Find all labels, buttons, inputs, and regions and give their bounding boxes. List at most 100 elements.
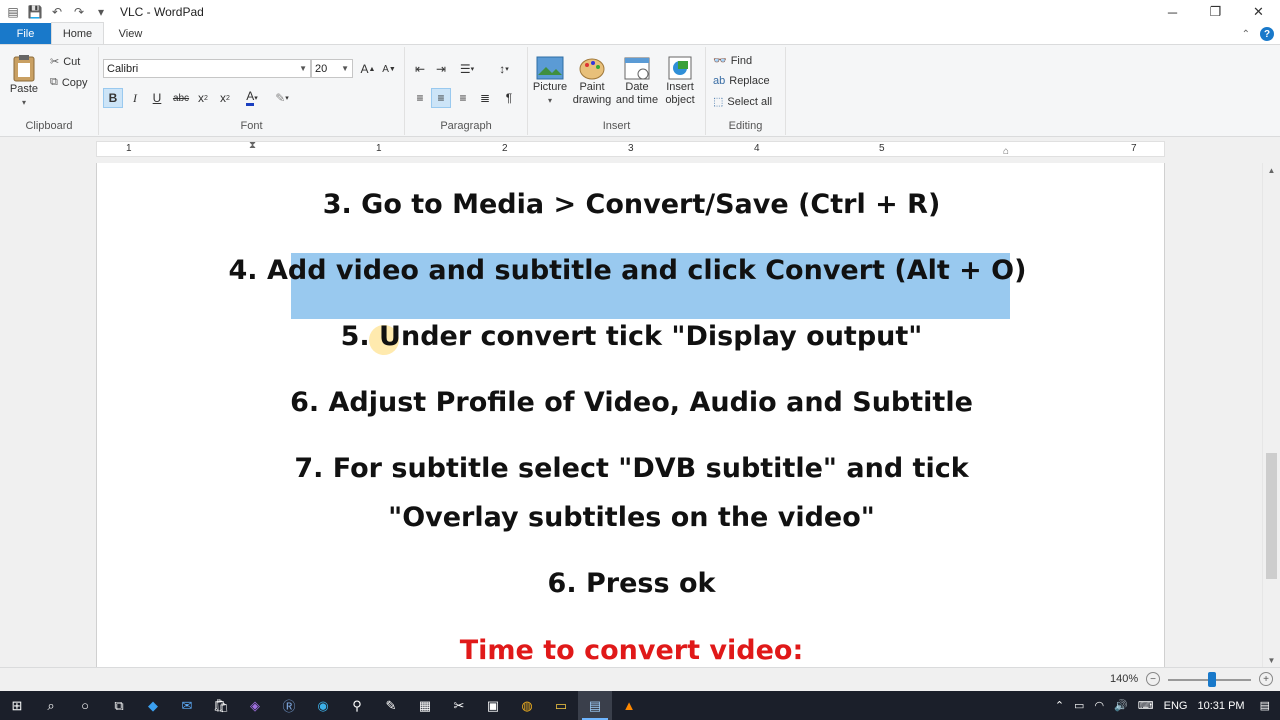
redo-icon[interactable]: ↷: [68, 0, 90, 24]
tab-home[interactable]: Home: [51, 22, 104, 44]
insert-picture-button[interactable]: Picture ▾: [530, 55, 570, 107]
task-view-icon[interactable]: ⧉: [102, 691, 136, 720]
scissors-icon: ✂: [50, 56, 60, 68]
network-icon[interactable]: ◠: [1089, 699, 1109, 712]
ruler-number: 7: [1131, 143, 1137, 154]
select-all-button[interactable]: ⬚ Select all: [713, 95, 773, 109]
grow-font-button[interactable]: A ▲: [358, 59, 378, 79]
insert-object-button[interactable]: Insert object: [660, 55, 700, 107]
find-button[interactable]: 👓 Find: [713, 54, 752, 68]
photos-icon[interactable]: ▣: [476, 691, 510, 720]
keyboard-icon[interactable]: ⌨: [1133, 699, 1159, 712]
insert-object-label: Insert object: [665, 81, 695, 106]
align-left-button[interactable]: ≡: [410, 88, 430, 108]
font-family-select[interactable]: Calibri ▼: [103, 59, 311, 78]
volume-icon[interactable]: 🔊: [1109, 699, 1133, 712]
close-button[interactable]: ✕: [1237, 0, 1280, 24]
font-size-select[interactable]: 20 ▼: [311, 59, 353, 78]
language-indicator[interactable]: ENG: [1159, 700, 1193, 712]
increase-indent-button[interactable]: ⇥: [431, 59, 451, 79]
document-line: 3. Go to Media > Convert/Save (Ctrl + R): [322, 189, 941, 220]
ruler-number: 3: [628, 143, 634, 154]
customize-qat-icon[interactable]: ▾: [90, 0, 112, 24]
copy-button[interactable]: ⧉ Copy: [50, 76, 88, 89]
visual-studio-icon[interactable]: ◈: [238, 691, 272, 720]
scroll-down-icon[interactable]: ▼: [1263, 653, 1280, 667]
highlight-color-button[interactable]: ✎ ▾: [269, 88, 295, 108]
text-color-button[interactable]: A ▾: [239, 88, 265, 108]
shrink-font-button[interactable]: A ▼: [379, 59, 399, 79]
font-group-label: Font: [240, 120, 263, 132]
notifications-icon[interactable]: ▤: [1250, 699, 1280, 712]
superscript-button[interactable]: x2: [215, 88, 235, 108]
zoom-in-button[interactable]: +: [1259, 672, 1273, 686]
paragraph-dialog-button[interactable]: ¶: [499, 88, 519, 108]
line-spacing-button[interactable]: ↕ ▾: [491, 59, 517, 79]
vertical-scrollbar[interactable]: ▲ ▼: [1262, 163, 1280, 667]
calculator-icon[interactable]: ▦: [408, 691, 442, 720]
insert-group-label: Insert: [602, 120, 631, 132]
vscode-icon[interactable]: ◆: [136, 691, 170, 720]
date-time-button[interactable]: Date and time: [614, 55, 660, 107]
cortana-icon[interactable]: ○: [68, 691, 102, 720]
bullets-button[interactable]: ☰ ▾: [454, 59, 480, 79]
magnifier-icon[interactable]: ⚲: [340, 691, 374, 720]
collapse-ribbon-icon[interactable]: ⌃: [1242, 29, 1250, 40]
paste-button[interactable]: Paste ▾: [6, 53, 42, 109]
italic-button[interactable]: I: [125, 88, 145, 108]
underline-button[interactable]: U: [147, 88, 167, 108]
replace-button[interactable]: ab Replace: [713, 75, 770, 87]
tab-file[interactable]: File: [0, 23, 51, 44]
align-center-button[interactable]: ≡: [431, 88, 451, 108]
wordpad-app-icon[interactable]: ▤: [2, 0, 24, 24]
mail-icon[interactable]: ✉: [170, 691, 204, 720]
align-right-button[interactable]: ≡: [453, 88, 473, 108]
left-indent-marker[interactable]: ⧗: [249, 140, 256, 151]
undo-icon[interactable]: ↶: [46, 0, 68, 24]
paint-drawing-button[interactable]: Paint drawing: [570, 55, 614, 107]
ruler-number: 4: [754, 143, 760, 154]
select-all-label: Select all: [727, 95, 773, 108]
strikethrough-button[interactable]: abc: [169, 88, 193, 108]
subscript-button[interactable]: x2: [193, 88, 213, 108]
binoculars-icon: 👓: [713, 55, 727, 67]
tray-chevron-icon[interactable]: ⌃: [1050, 699, 1069, 712]
ruler-number: 2: [502, 143, 508, 154]
start-button[interactable]: ⊞: [0, 691, 34, 720]
scroll-thumb[interactable]: [1266, 453, 1277, 579]
cut-button[interactable]: ✂ Cut: [50, 55, 81, 69]
snipping-tool-icon[interactable]: ✂: [442, 691, 476, 720]
picture-icon: [536, 56, 564, 80]
minimize-button[interactable]: ─: [1151, 0, 1194, 24]
clock[interactable]: 10:31 PM: [1193, 700, 1250, 712]
edge-icon[interactable]: ◉: [306, 691, 340, 720]
zoom-out-button[interactable]: −: [1146, 672, 1160, 686]
right-indent-marker[interactable]: ⌂: [1003, 146, 1009, 157]
restore-button[interactable]: ❐: [1194, 0, 1237, 24]
cut-label: Cut: [63, 55, 81, 68]
vlc-icon[interactable]: ▲: [612, 691, 646, 720]
copy-icon: ⧉: [50, 76, 58, 88]
paint-icon[interactable]: ✎: [374, 691, 408, 720]
r-icon[interactable]: Ⓡ: [272, 691, 306, 720]
ruler[interactable]: 1 1 2 3 4 5 7 ⧗ ⌂: [96, 140, 1165, 157]
justify-button[interactable]: ≣: [475, 88, 495, 108]
document-line: 7. For subtitle select "DVB subtitle" an…: [294, 453, 969, 484]
scroll-up-icon[interactable]: ▲: [1263, 163, 1280, 177]
help-icon[interactable]: ?: [1260, 27, 1274, 41]
store-icon[interactable]: 🛍: [204, 691, 238, 720]
search-icon[interactable]: ⌕: [34, 691, 68, 720]
save-icon[interactable]: 💾: [24, 0, 46, 24]
wordpad-taskbar-icon[interactable]: ▤: [578, 691, 612, 720]
zoom-slider-thumb[interactable]: [1208, 672, 1216, 687]
paragraph-group-label: Paragraph: [440, 120, 492, 132]
document-page[interactable]: 3. Go to Media > Convert/Save (Ctrl + R)…: [96, 163, 1165, 667]
chrome-icon[interactable]: ◍: [510, 691, 544, 720]
file-explorer-icon[interactable]: ▭: [544, 691, 578, 720]
system-tray: ⌃ ▭ ◠ 🔊 ⌨ ENG 10:31 PM ▤: [1050, 691, 1280, 720]
tab-view[interactable]: View: [104, 23, 157, 44]
battery-icon[interactable]: ▭: [1069, 699, 1089, 712]
bold-button[interactable]: B: [103, 88, 123, 108]
decrease-indent-button[interactable]: ⇤: [410, 59, 430, 79]
ruler-number: 1: [126, 143, 132, 154]
